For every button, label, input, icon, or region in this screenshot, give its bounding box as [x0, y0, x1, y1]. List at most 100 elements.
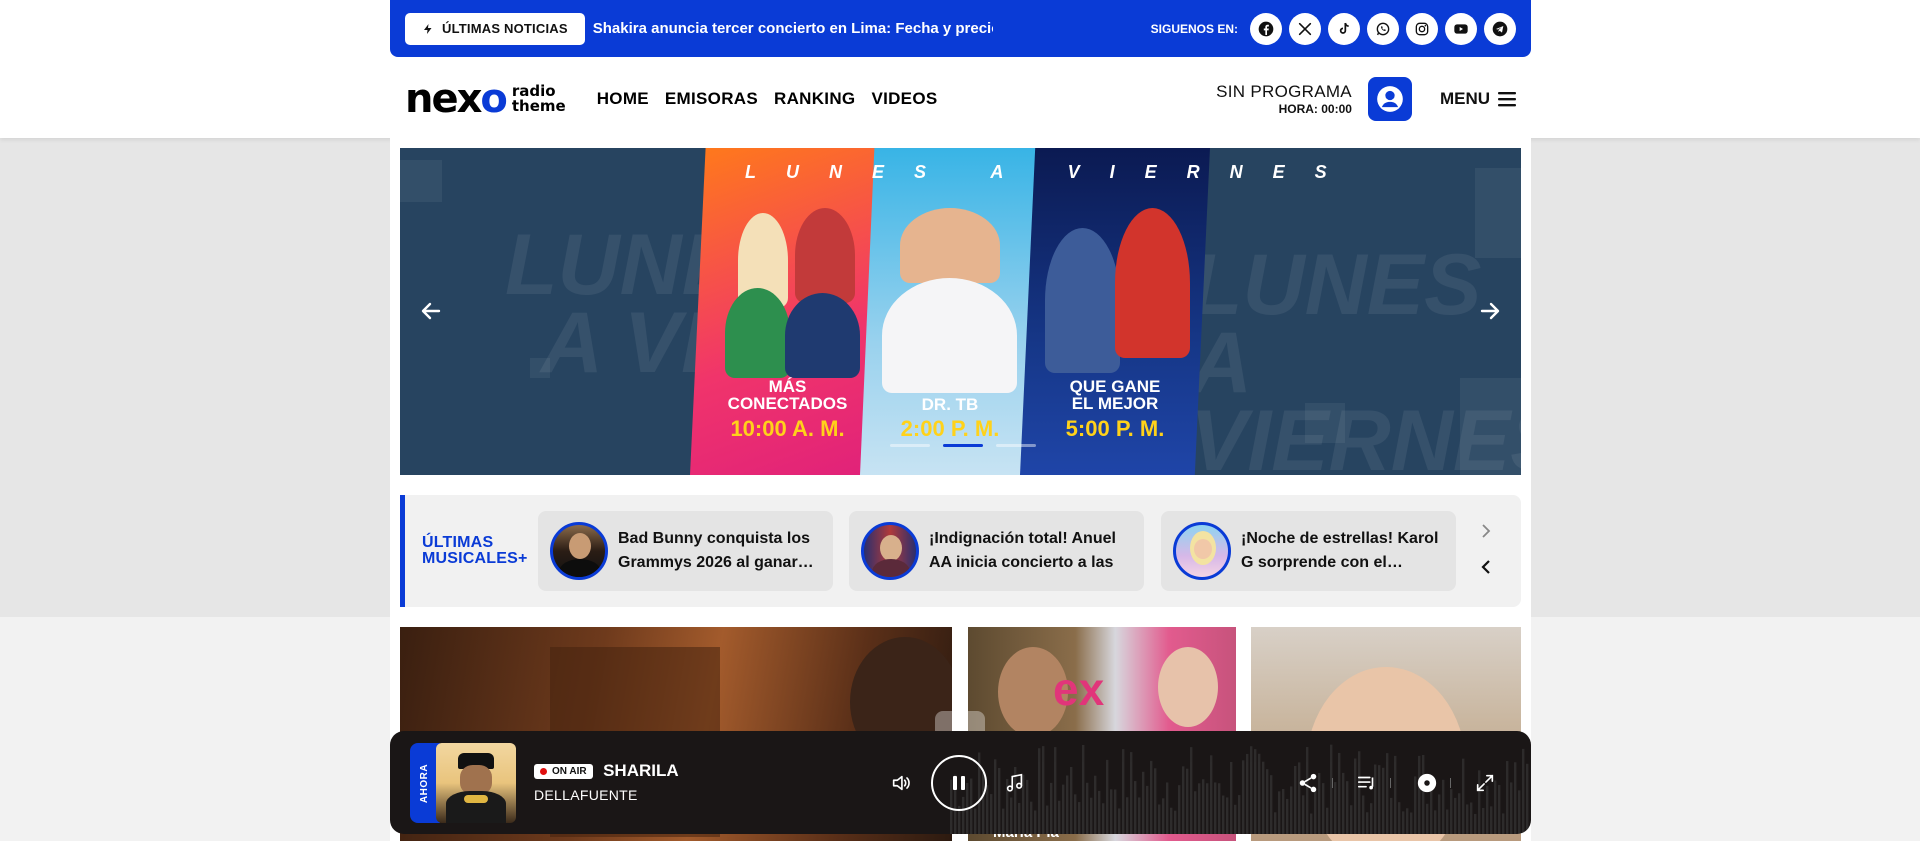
- nav-emisoras[interactable]: EMISORAS: [665, 89, 758, 109]
- radio-player: AHORA ON AIR SHARILA DELLAFUENTE: [390, 731, 1531, 834]
- menu-button[interactable]: MENU: [1440, 89, 1516, 109]
- volume-icon: [892, 775, 910, 791]
- facebook-icon: [1258, 21, 1274, 36]
- hero-decor-square: [400, 160, 442, 202]
- pause-button[interactable]: [931, 755, 987, 811]
- show-name: MÁS CONECTADOS: [727, 377, 848, 413]
- follow-label: SIGUENOS EN:: [1150, 21, 1238, 36]
- x-icon: [1298, 22, 1312, 35]
- card-thumbnail: [861, 522, 919, 580]
- program-title: SIN PROGRAMA: [1216, 82, 1352, 101]
- hero-show-panel[interactable]: DR. TB 2:00 P. M.: [860, 148, 1040, 475]
- divider: [1332, 778, 1333, 788]
- hero-pagination: [890, 444, 1036, 447]
- latest-prev-button[interactable]: [1476, 557, 1496, 577]
- arrow-right-icon: [1480, 302, 1500, 320]
- track-title: SHARILA: [603, 761, 679, 780]
- stations-button[interactable]: [1416, 772, 1438, 794]
- chevron-left-icon: [1481, 560, 1490, 574]
- card-thumbnail: [550, 522, 608, 580]
- latest-musicales: ÚLTIMAS MUSICALES+ Bad Bunny conquista lo…: [400, 495, 1521, 607]
- latest-card[interactable]: ¡Noche de estrellas! Karol G sorprende c…: [1161, 511, 1456, 591]
- x-link[interactable]: [1289, 12, 1321, 45]
- show-name: QUE GANE EL MEJOR: [1069, 377, 1161, 413]
- waveform-visual: [950, 744, 1529, 834]
- card-title: ¡Noche de estrellas! Karol G sorprende c…: [1241, 530, 1439, 571]
- hero-dot-active[interactable]: [943, 444, 983, 447]
- telegram-icon: [1492, 21, 1508, 36]
- playlist-icon: [1357, 776, 1374, 790]
- latest-card[interactable]: Bad Bunny conquista los Grammys 2026 al …: [538, 511, 833, 591]
- divider: [1390, 778, 1391, 788]
- nav-videos[interactable]: VIDEOS: [871, 89, 937, 109]
- arrow-left-icon: [421, 302, 441, 320]
- hero-dot[interactable]: [996, 444, 1036, 447]
- instagram-link[interactable]: [1406, 12, 1438, 45]
- menu-label: MENU: [1439, 89, 1490, 108]
- hero-dot[interactable]: [890, 444, 930, 447]
- tiktok-link[interactable]: [1328, 12, 1360, 45]
- live-dot-icon: [540, 767, 547, 775]
- playlist-button[interactable]: [1356, 772, 1378, 794]
- show-time: 5:00 P. M.: [1065, 416, 1165, 441]
- breaking-news-badge: ÚLTIMAS NOTICIAS: [405, 12, 585, 45]
- latest-card[interactable]: ¡Indignación total! Anuel AA inicia conc…: [849, 511, 1144, 591]
- telegram-link[interactable]: [1484, 12, 1516, 45]
- hero-next-button[interactable]: [1459, 268, 1521, 354]
- hero-show-panel[interactable]: MÁS CONECTADOS 10:00 A. M.: [690, 148, 885, 475]
- latest-next-button[interactable]: [1476, 521, 1496, 541]
- hero-show-panel[interactable]: QUE GANE EL MEJOR 5:00 P. M.: [1020, 148, 1210, 475]
- nav-ranking[interactable]: RANKING: [774, 89, 855, 109]
- card-title: ¡Indignación total! Anuel AA inicia conc…: [929, 530, 1116, 571]
- breaking-news-bar: ÚLTIMAS NOTICIAS Shakira anuncia tercer …: [390, 0, 1531, 57]
- track-info: ON AIR SHARILA DELLAFUENTE: [534, 761, 679, 803]
- bolt-icon: [424, 23, 432, 34]
- disc-icon: [1417, 773, 1437, 793]
- social-follow: SIGUENOS EN:: [1150, 12, 1516, 45]
- host-figure: [1045, 228, 1120, 373]
- host-figure: [900, 208, 1000, 283]
- logo-wordmark: nexo: [405, 76, 508, 122]
- nav-home[interactable]: HOME: [597, 89, 649, 109]
- expand-icon: [1476, 774, 1494, 792]
- facebook-link[interactable]: [1250, 12, 1282, 45]
- chevron-right-icon: [1482, 524, 1491, 538]
- main-nav: nexo radio theme HOME EMISORAS RANKING VI…: [405, 74, 1516, 124]
- show-time: 10:00 A. M.: [730, 416, 845, 441]
- host-figure: [882, 278, 1017, 393]
- share-button[interactable]: [1297, 772, 1319, 794]
- youtube-link[interactable]: [1445, 12, 1477, 45]
- tile-image-detail: [1158, 647, 1218, 727]
- host-figure: [785, 293, 860, 378]
- user-icon: [1377, 86, 1403, 112]
- expand-button[interactable]: [1474, 772, 1496, 794]
- hamburger-icon: [1498, 92, 1516, 107]
- hero-prev-button[interactable]: [400, 268, 462, 354]
- user-account-button[interactable]: [1367, 77, 1412, 121]
- whatsapp-link[interactable]: [1367, 12, 1399, 45]
- tiktok-icon: [1339, 22, 1349, 34]
- latest-title: ÚLTIMAS MUSICALES+: [422, 534, 528, 567]
- show-name: DR. TB: [921, 395, 979, 414]
- share-icon: [1299, 773, 1317, 793]
- show-time: 2:00 P. M.: [900, 416, 1000, 441]
- host-figure: [795, 208, 855, 303]
- tile-image-detail: ex: [1053, 663, 1105, 715]
- breaking-news-label: ÚLTIMAS NOTICIAS: [442, 21, 568, 36]
- music-note-icon: [1006, 773, 1023, 792]
- hero-week-label: LUNES A VIERNES: [745, 162, 1357, 182]
- host-figure: [725, 288, 790, 378]
- nav-links: HOME EMISORAS RANKING VIDEOS: [597, 89, 938, 109]
- breaking-news-ticker[interactable]: Shakira anuncia tercer concierto en Lima…: [593, 20, 993, 37]
- hero-slider: LUNESA VIERNES LUNESA VIERNES MÁSCONECTA…: [400, 148, 1521, 475]
- site-logo[interactable]: nexo radio theme: [405, 79, 566, 119]
- whatsapp-icon: [1376, 22, 1390, 35]
- logo-tagline: radio theme: [511, 82, 566, 115]
- player-collapse-tab[interactable]: [935, 711, 985, 733]
- chevron-down-icon: [953, 718, 967, 727]
- card-thumbnail: [1173, 522, 1231, 580]
- volume-button[interactable]: [890, 772, 912, 794]
- instagram-icon: [1415, 22, 1429, 35]
- lyrics-button[interactable]: [1004, 772, 1026, 794]
- divider: [1450, 778, 1451, 788]
